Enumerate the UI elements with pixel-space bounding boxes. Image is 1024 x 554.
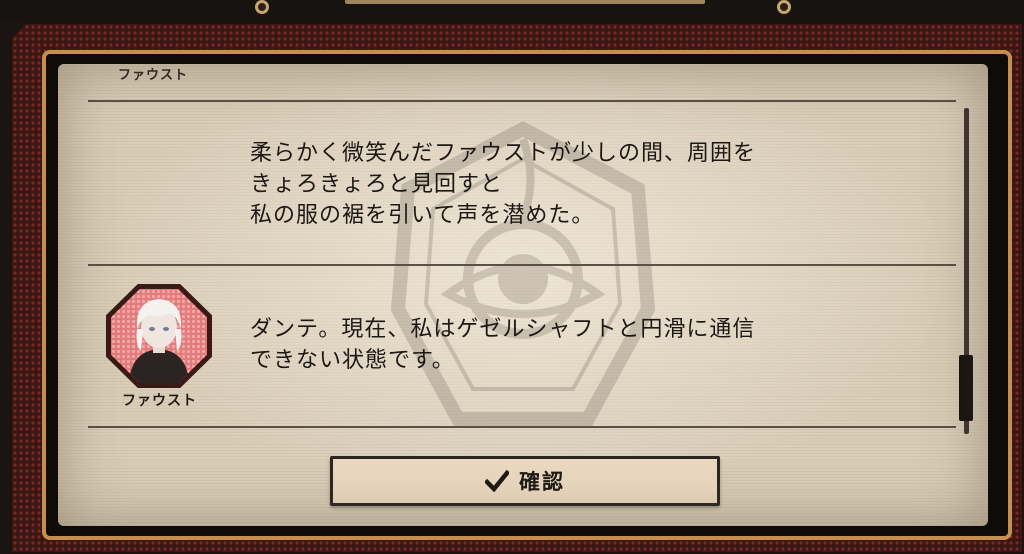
log-divider	[88, 264, 956, 266]
dialogue-text: ダンテ。現在、私はゲゼルシャフトと円滑に通信 できない状態です。	[250, 314, 890, 376]
narration-line: 柔らかく微笑んだファウストが少しの間、周囲を	[250, 141, 757, 166]
confirm-button[interactable]: 確認	[330, 456, 720, 506]
dialogue-line: できない状態です。	[250, 348, 455, 373]
dialogue-line: ダンテ。現在、私はゲゼルシャフトと円滑に通信	[250, 317, 756, 342]
narration-line: きょろきょろと見回すと	[250, 172, 504, 197]
confirm-label: 確認	[519, 470, 565, 494]
narration-line: 私の服の裾を引いて声を潜めた。	[250, 203, 595, 228]
dialog-log-panel[interactable]: ファウスト 柔らかく微笑んだファウストが少しの間、周囲を きょろきょろと見回すと…	[58, 64, 988, 526]
left-pin-ornament	[255, 0, 269, 14]
log-divider	[88, 426, 956, 428]
avatar	[106, 284, 212, 388]
narration-text: 柔らかく微笑んだファウストが少しの間、周囲を きょろきょろと見回すと 私の服の裾…	[250, 138, 890, 231]
log-divider	[88, 100, 956, 102]
check-icon	[485, 470, 509, 492]
scrollbar-thumb[interactable]	[959, 355, 973, 421]
top-decoration-bar	[345, 0, 705, 4]
speaker-name: ファウスト	[122, 393, 197, 409]
right-pin-ornament	[777, 0, 791, 14]
speaker-name-previous: ファウスト	[118, 68, 189, 83]
